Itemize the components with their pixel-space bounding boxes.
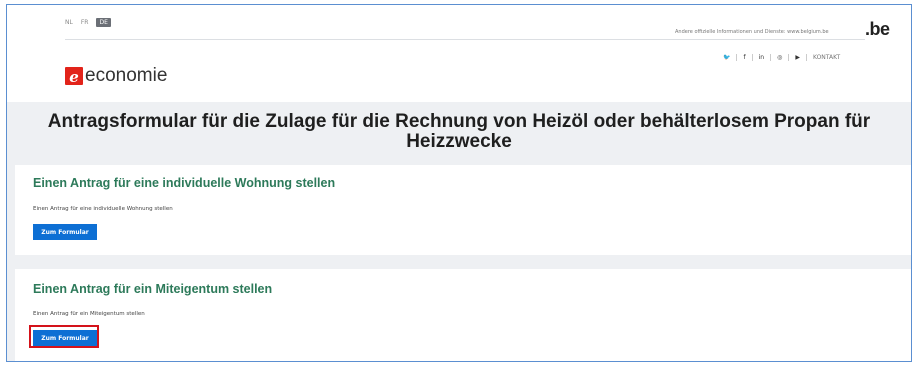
highlight-box [29,325,99,348]
to-form-button[interactable]: Zum Formular [33,224,97,240]
section-co-ownership: Einen Antrag für ein Miteigentum stellen… [15,269,911,361]
facebook-icon[interactable]: f [737,54,753,61]
contact-link[interactable]: KONTAKT [807,54,846,61]
language-nl[interactable]: NL [65,19,73,26]
site-header: NL FR DE Andere offizielle Informationen… [7,5,911,102]
youtube-icon[interactable]: ▶ [789,54,807,61]
economie-logo[interactable]: e economie [65,65,167,87]
economie-logo-icon: e [65,67,83,85]
section-title: Einen Antrag für eine individuelle Wohnu… [33,176,336,190]
belgium-logo[interactable]: .be [865,19,890,40]
language-switcher: NL FR DE [65,18,111,27]
linkedin-icon[interactable]: in [753,54,772,61]
federal-info-link[interactable]: Andere offizielle Informationen und Dien… [675,29,829,35]
social-links: 🐦 f in ◎ ▶ KONTAKT [717,54,846,61]
section-individual-housing: Einen Antrag für eine individuelle Wohnu… [15,165,911,255]
section-description: Einen Antrag für eine individuelle Wohnu… [33,206,173,212]
header-divider [65,39,865,40]
language-fr[interactable]: FR [81,19,89,26]
browser-frame: NL FR DE Andere offizielle Informationen… [6,4,912,362]
instagram-icon[interactable]: ◎ [771,54,790,61]
page-title: Antragsformular für die Zulage für die R… [47,111,871,152]
economie-logo-text: economie [85,65,168,86]
section-description: Einen Antrag für ein Miteigentum stellen [33,311,145,317]
language-de[interactable]: DE [96,18,111,27]
twitter-icon[interactable]: 🐦 [717,54,738,61]
section-title: Einen Antrag für ein Miteigentum stellen [33,282,273,296]
